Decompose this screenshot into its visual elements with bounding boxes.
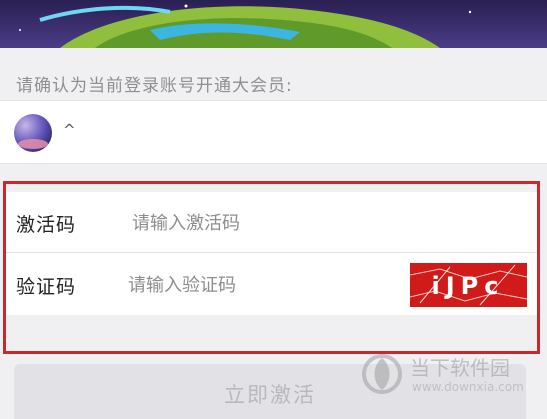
site-watermark: 当下软件园 www.downxia.com	[358, 346, 538, 402]
watermark-title: 当下软件园	[410, 356, 510, 380]
avatar	[14, 114, 52, 152]
watermark-url: www.downxia.com	[412, 380, 524, 394]
captcha-label: 验证码	[16, 276, 77, 298]
activation-code-label: 激活码	[16, 214, 77, 236]
activation-form: 激活码 验证码 iJPc	[3, 181, 540, 354]
captcha-input[interactable]	[128, 270, 398, 300]
captcha-row: 验证码 iJPc	[6, 253, 537, 315]
account-row: ^	[0, 100, 547, 164]
activation-code-row: 激活码	[6, 192, 537, 253]
account-name: ^	[63, 121, 76, 139]
vip-activation-page: 请确认为当前登录账号开通大会员: ^ 激活码 验证码 iJPc	[0, 0, 547, 419]
banner-illustration	[0, 0, 547, 48]
activation-code-input[interactable]	[132, 208, 512, 238]
captcha-image[interactable]: iJPc	[410, 263, 527, 307]
captcha-text: iJPc	[432, 272, 505, 300]
confirm-prompt: 请确认为当前登录账号开通大会员:	[16, 76, 293, 96]
watermark-logo-icon	[362, 354, 402, 394]
